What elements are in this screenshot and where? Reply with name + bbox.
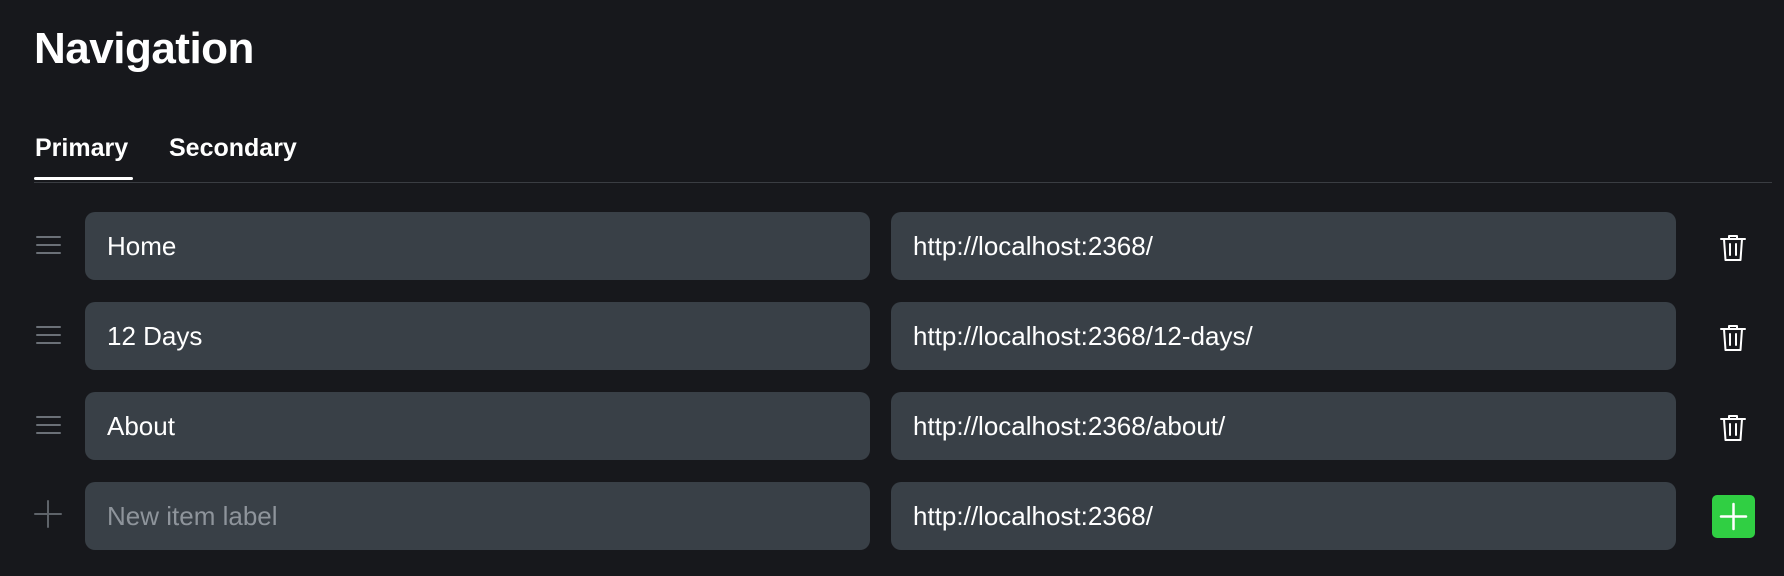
drag-handle-icon[interactable] (36, 326, 61, 344)
nav-item-label-input[interactable] (85, 212, 870, 280)
tab-secondary[interactable]: Secondary (169, 134, 297, 163)
drag-handle-icon[interactable] (36, 416, 61, 434)
nav-item-label-input[interactable] (85, 392, 870, 460)
drag-handle-icon[interactable] (36, 236, 61, 254)
tab-primary[interactable]: Primary (35, 134, 128, 163)
trash-icon[interactable] (1717, 412, 1749, 444)
new-nav-item-row (0, 482, 1784, 552)
tab-bar: Primary Secondary (34, 122, 1772, 183)
nav-item-row (0, 392, 1784, 462)
nav-item-url-input[interactable] (891, 392, 1676, 460)
plus-icon (1719, 502, 1748, 531)
active-tab-indicator (34, 177, 133, 180)
add-item-button[interactable] (1712, 495, 1755, 538)
new-item-url-input[interactable] (891, 482, 1676, 550)
nav-item-url-input[interactable] (891, 212, 1676, 280)
trash-icon[interactable] (1717, 322, 1749, 354)
nav-item-row (0, 302, 1784, 372)
nav-item-row (0, 212, 1784, 282)
page-title: Navigation (34, 24, 254, 73)
new-item-label-input[interactable] (85, 482, 870, 550)
navigation-settings: Navigation Primary Secondary (0, 0, 1784, 576)
nav-item-url-input[interactable] (891, 302, 1676, 370)
plus-icon (34, 500, 62, 528)
nav-item-label-input[interactable] (85, 302, 870, 370)
trash-icon[interactable] (1717, 232, 1749, 264)
